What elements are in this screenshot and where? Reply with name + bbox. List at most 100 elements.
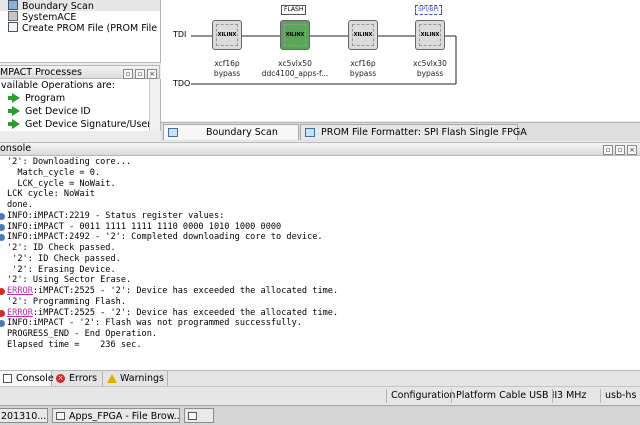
- tab-label: Warnings: [120, 373, 165, 384]
- device-label-4: xc5vlx30 bypass: [390, 59, 470, 79]
- console-lines: '2': Downloading core... Match_cycle = 0…: [0, 157, 339, 351]
- device-chip-2[interactable]: XILINX: [280, 20, 310, 50]
- processes-scrollbar[interactable]: [149, 79, 160, 131]
- info-icon: [0, 223, 5, 231]
- console-line-text: '2': Using Sector Erase.: [7, 275, 132, 286]
- error-link[interactable]: ERROR: [7, 286, 33, 296]
- tab-console[interactable]: Console: [0, 371, 54, 387]
- console-tabs: Console × Errors Warnings: [0, 370, 640, 387]
- taskbar-item-2[interactable]: Apps_FPGA - File Brow...: [52, 408, 180, 423]
- error-icon: [0, 288, 5, 295]
- warning-icon: [107, 374, 117, 383]
- boundary-scan-tab-icon: [168, 128, 178, 137]
- console-line: ERROR:iMPACT:2525 - '2': Device has exce…: [0, 307, 339, 319]
- console-line: '2': Erasing Device.: [7, 265, 338, 276]
- close-icon[interactable]: ×: [627, 145, 637, 155]
- tab-label: Errors: [69, 373, 98, 384]
- process-program[interactable]: Program: [0, 92, 160, 105]
- console-line: ERROR:iMPACT:2525 - '2': Device has exce…: [0, 286, 338, 297]
- tab-errors[interactable]: × Errors: [53, 371, 103, 387]
- device-chip-3[interactable]: XILINX: [348, 20, 378, 50]
- console-line-text: '2': ID Check passed.: [7, 253, 121, 264]
- taskbar-item-1[interactable]: 201310...: [0, 408, 48, 423]
- flow-label: Create PROM File (PROM File ...: [22, 23, 161, 34]
- console-line-text: '2': Downloading core...: [7, 157, 132, 167]
- console-line: '2': Downloading core...: [7, 157, 338, 168]
- taskbar: 201310... Apps_FPGA - File Brow...: [0, 405, 640, 425]
- task-label: 201310...: [1, 411, 47, 422]
- console-line: '2': ID Check passed.: [7, 243, 338, 254]
- device-chip-4[interactable]: XILINX: [415, 20, 445, 50]
- device-chip-1[interactable]: XILINX: [212, 20, 242, 50]
- float-icon[interactable]: ▫: [615, 145, 625, 155]
- flows-panel: Boundary Scan SystemACE Create PROM File…: [0, 0, 161, 63]
- boundary-scan-icon: [8, 0, 18, 10]
- info-icon: [0, 212, 5, 220]
- status-speed: 3 MHz: [552, 389, 590, 403]
- console-line-text: INFO:iMPACT - 0011 1111 1111 1110 0000 1…: [7, 221, 282, 232]
- processes-title: MPACT Processes: [0, 67, 82, 78]
- console-icon: [3, 374, 12, 383]
- taskbar-item-3[interactable]: [184, 408, 214, 423]
- run-arrow-icon: [8, 119, 20, 129]
- console-line: Match_cycle = 0.: [7, 168, 338, 179]
- console-line-text: Elapsed time = 236 sec.: [7, 339, 142, 350]
- error-link[interactable]: ERROR: [7, 308, 33, 318]
- close-icon[interactable]: ×: [147, 69, 157, 79]
- console-line-text: INFO:iMPACT - '2': Flash was not program…: [7, 318, 302, 329]
- console-line-text: INFO:iMPACT:2492 - '2': Completed downlo…: [7, 232, 323, 243]
- console-line: INFO:iMPACT - 0011 1111 1111 1110 0000 1…: [0, 221, 338, 233]
- run-arrow-icon: [8, 106, 20, 116]
- float-icon[interactable]: ▫: [135, 69, 145, 79]
- console-header: onsole ▫ ▫ ×: [0, 142, 640, 156]
- console-line: INFO:iMPACT:2492 - '2': Completed downlo…: [0, 232, 338, 243]
- restore-icon[interactable]: ▫: [123, 69, 133, 79]
- editor-tabs: Boundary Scan PROM File Formatter: SPI F…: [161, 122, 640, 141]
- console-line-text: LCK cycle: NoWait: [7, 189, 95, 200]
- spi-bpi-tag[interactable]: SPI/BPI: [415, 5, 442, 15]
- console-line-text: :iMPACT:2525 - '2': Device has exceeded …: [32, 307, 339, 318]
- tdi-label: TDI: [173, 30, 187, 39]
- process-label: Get Device Signature/Usercode: [25, 119, 161, 130]
- flow-item-create-prom[interactable]: Create PROM File (PROM File ...: [0, 22, 161, 34]
- tab-warnings[interactable]: Warnings: [104, 371, 168, 387]
- process-get-signature[interactable]: Get Device Signature/Usercode: [0, 118, 160, 131]
- boundary-scan-canvas[interactable]: TDI TDO XILINX xcf16p bypass FLASH XILINX…: [161, 0, 640, 121]
- folder-icon: [56, 412, 65, 420]
- console-line-text: LCK_cycle = NoWait.: [7, 178, 116, 189]
- console-line-text: '2': Programming Flash.: [7, 296, 126, 307]
- info-icon: [0, 234, 5, 242]
- console-line: Elapsed time = 236 sec.: [7, 340, 338, 351]
- console-line-text: '2': Erasing Device.: [7, 264, 116, 275]
- device-mode: bypass: [416, 69, 444, 78]
- status-cable: Platform Cable USB II: [451, 389, 561, 403]
- tab-prom-file-formatter[interactable]: PROM File Formatter: SPI Flash Single FP…: [300, 124, 527, 140]
- console-line: INFO:iMPACT - '2': Flash was not program…: [0, 318, 338, 329]
- task-label: Apps_FPGA - File Brow...: [69, 411, 180, 422]
- console-line: LCK cycle: NoWait: [7, 189, 338, 200]
- processes-panel: vailable Operations are: Program Get Dev…: [0, 79, 161, 131]
- flow-item-systemace[interactable]: SystemACE: [0, 11, 160, 23]
- tdo-label: TDO: [173, 79, 191, 88]
- run-arrow-icon: [8, 93, 20, 103]
- error-icon: [0, 309, 5, 317]
- restore-icon[interactable]: ▫: [603, 145, 613, 155]
- console-line-text: INFO:iMPACT:2219 - Status register value…: [7, 210, 225, 221]
- console-line-text: done.: [7, 200, 33, 210]
- tab-boundary-scan[interactable]: Boundary Scan: [163, 124, 299, 140]
- console-line: LCK_cycle = NoWait.: [7, 179, 338, 190]
- flow-item-boundary-scan[interactable]: Boundary Scan: [0, 0, 160, 12]
- process-get-device-id[interactable]: Get Device ID: [0, 105, 160, 118]
- process-label: Program: [25, 93, 66, 104]
- window-icon: [188, 412, 197, 420]
- processes-subtitle: vailable Operations are:: [1, 80, 115, 91]
- tab-label: Boundary Scan: [206, 127, 278, 138]
- console-output[interactable]: '2': Downloading core... Match_cycle = 0…: [0, 156, 640, 370]
- flash-tag[interactable]: FLASH: [281, 5, 307, 15]
- console-title: onsole: [0, 143, 32, 154]
- xilinx-logo: XILINX: [353, 32, 373, 38]
- error-icon: ×: [56, 374, 65, 383]
- processes-header: MPACT Processes ▫ ▫ ×: [0, 65, 160, 79]
- status-bar: Configuration Platform Cable USB II 3 MH…: [0, 386, 640, 405]
- console-line: INFO:iMPACT:2219 - Status register value…: [0, 210, 338, 222]
